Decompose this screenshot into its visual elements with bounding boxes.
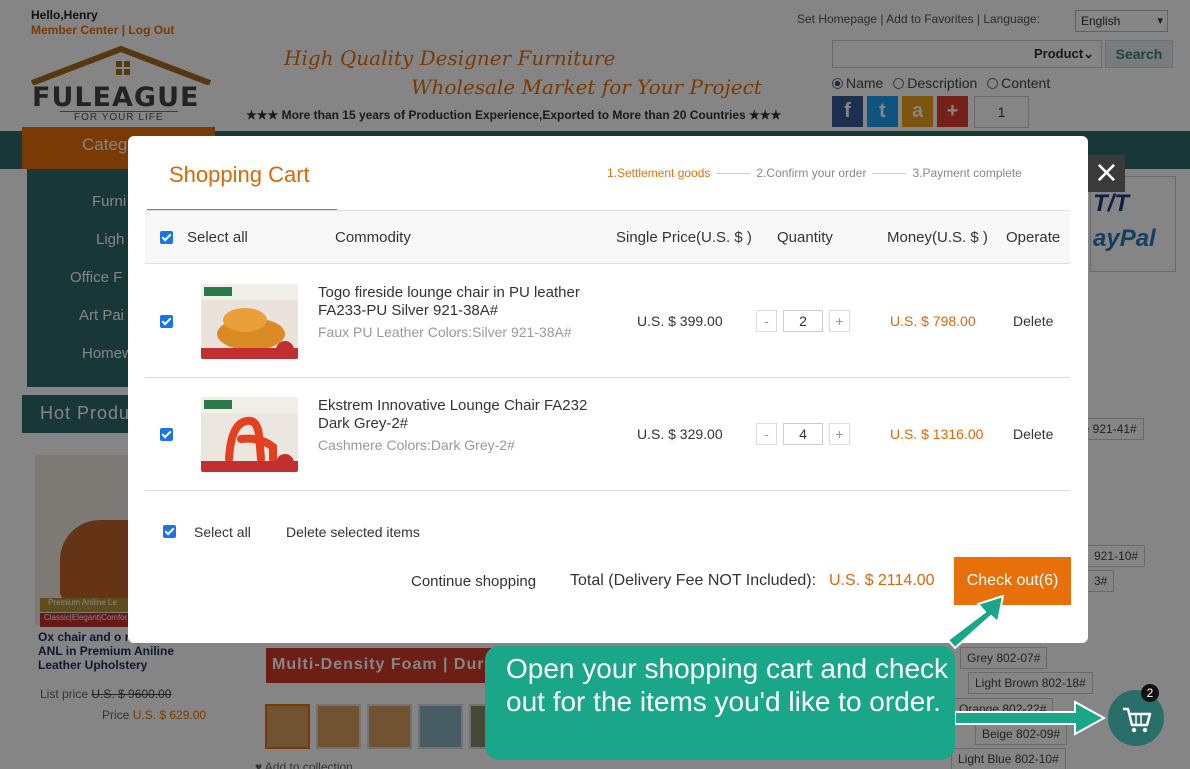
cart-count-badge: 2 bbox=[1141, 684, 1159, 702]
arrow-to-checkout-icon bbox=[946, 594, 1005, 650]
arrow-to-cart-icon bbox=[954, 700, 1107, 736]
instruction-tooltip: Open your shopping cart and check out fo… bbox=[485, 646, 955, 760]
